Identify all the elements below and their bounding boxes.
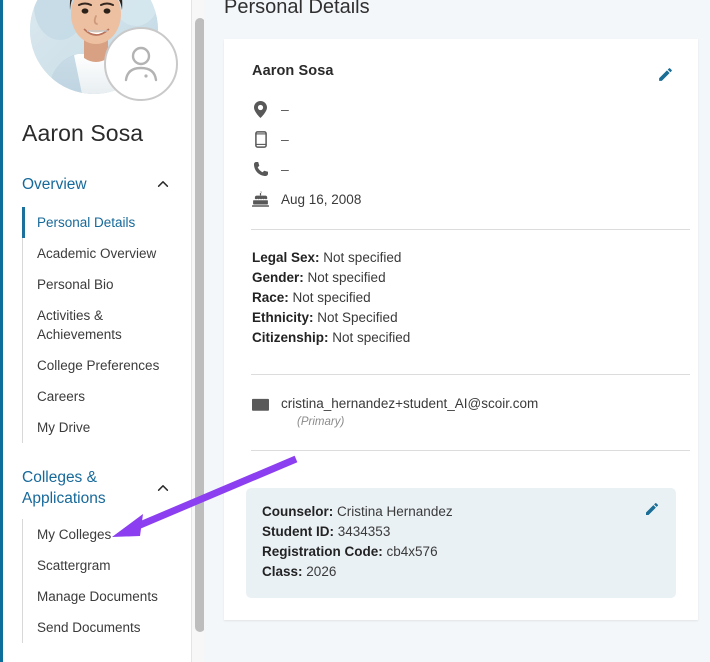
location-pin-icon	[252, 100, 269, 118]
email-address: cristina_hernandez+student_AI@scoir.com	[281, 396, 539, 411]
birthday-cake-icon	[252, 191, 269, 208]
nav-item-list: My Colleges Scattergram Manage Documents Se…	[22, 519, 188, 643]
counselor-value: 3434353	[337, 524, 391, 539]
chevron-up-icon[interactable]	[156, 481, 170, 495]
nav-group-overview: Overview Personal Details Academic Overvie…	[3, 171, 188, 443]
sidebar-item-my-colleges[interactable]: My Colleges	[23, 519, 188, 550]
envelope-icon	[252, 398, 269, 412]
main-content: Personal Details Aaron Sosa – – – Aug 16, 2…	[204, 0, 710, 662]
demographic-row: Citizenship: Not specified	[252, 328, 698, 348]
chevron-up-icon[interactable]	[156, 177, 170, 191]
nav-group-toggle[interactable]: Colleges & Applications	[3, 467, 188, 509]
counselor-label: Registration Code:	[262, 544, 383, 559]
demographic-value: Not specified	[323, 250, 402, 265]
counselor-row: Class: 2026	[262, 562, 660, 582]
sidebar-item-manage-documents[interactable]: Manage Documents	[23, 581, 188, 612]
contact-row: –	[252, 94, 698, 124]
sidebar-item-academic-overview[interactable]: Academic Overview	[23, 238, 188, 269]
contact-value: –	[281, 161, 289, 177]
counselor-label: Counselor:	[262, 504, 334, 519]
demographic-value: Not specified	[332, 330, 411, 345]
email-primary-note: (Primary)	[297, 416, 345, 428]
contact-value: –	[281, 101, 289, 117]
counselor-value: 2026	[306, 564, 337, 579]
sidebar-item-careers[interactable]: Careers	[23, 381, 188, 412]
demographic-label: Ethnicity:	[252, 310, 314, 325]
sidebar: Aaron Sosa Overview Personal Details Acade…	[0, 0, 207, 662]
demographic-label: Race:	[252, 290, 289, 305]
counselor-info-box: Counselor: Cristina Hernandez Student ID:…	[246, 488, 676, 598]
demographic-label: Legal Sex:	[252, 250, 320, 265]
sidebar-item-scattergram[interactable]: Scattergram	[23, 550, 188, 581]
contact-row: Aug 16, 2008	[252, 184, 698, 214]
nav-group-title: Colleges & Applications	[22, 469, 106, 507]
card-student-name: Aaron Sosa	[252, 63, 334, 79]
demographic-label: Citizenship:	[252, 330, 329, 345]
demographics-list: Legal Sex: Not specified Gender: Not spec…	[224, 230, 698, 348]
sidebar-item-personal-details[interactable]: Personal Details	[22, 207, 188, 238]
counselor-row: Student ID: 3434353	[262, 522, 660, 542]
pencil-edit-icon[interactable]	[644, 501, 664, 521]
demographic-row: Gender: Not specified	[252, 268, 698, 288]
demographic-value: Not specified	[292, 290, 371, 305]
counselor-row: Registration Code: cb4x576	[262, 542, 660, 562]
counselor-value: cb4x576	[386, 544, 438, 559]
nav-group-toggle[interactable]: Overview	[3, 171, 188, 197]
nav-group-title: Overview	[22, 175, 87, 193]
demographic-row: Race: Not specified	[252, 288, 698, 308]
sidebar-scroll-area: Aaron Sosa Overview Personal Details Acade…	[3, 0, 188, 662]
demographic-row: Ethnicity: Not Specified	[252, 308, 698, 328]
contact-list: – – – Aug 16, 2008	[224, 85, 698, 214]
nav-group-colleges-applications: Colleges & Applications My Colleges Scatte…	[3, 467, 188, 643]
contact-value: Aug 16, 2008	[281, 191, 362, 207]
page-title: Personal Details	[224, 0, 370, 18]
person-avatar-icon	[104, 27, 178, 101]
personal-details-card: Aaron Sosa – – – Aug 16, 2008 Legal Sex: No…	[224, 39, 698, 620]
demographic-label: Gender:	[252, 270, 304, 285]
demographic-row: Legal Sex: Not specified	[252, 248, 698, 268]
counselor-label: Student ID:	[262, 524, 334, 539]
card-header: Aaron Sosa	[224, 39, 698, 85]
avatar-block	[3, 0, 188, 104]
divider-bottom	[251, 450, 690, 451]
nav-item-list: Personal Details Academic Overview Persona…	[22, 207, 188, 443]
mobile-phone-icon	[252, 130, 269, 148]
demographic-value: Not Specified	[317, 310, 398, 325]
counselor-label: Class:	[262, 564, 303, 579]
contact-row: –	[252, 124, 698, 154]
counselor-value: Cristina Hernandez	[337, 504, 453, 519]
sidebar-item-my-drive[interactable]: My Drive	[23, 412, 188, 443]
app-root: Aaron Sosa Overview Personal Details Acade…	[0, 0, 710, 662]
sidebar-item-college-preferences[interactable]: College Preferences	[23, 350, 188, 381]
sidebar-item-activities-achievements[interactable]: Activities & Achievements	[23, 300, 188, 350]
contact-row: –	[252, 154, 698, 184]
sidebar-student-name: Aaron Sosa	[22, 120, 144, 146]
pencil-edit-icon[interactable]	[654, 63, 676, 85]
sidebar-item-send-documents[interactable]: Send Documents	[23, 612, 188, 643]
counselor-row: Counselor: Cristina Hernandez	[262, 502, 660, 522]
email-block: cristina_hernandez+student_AI@scoir.com …	[224, 375, 698, 428]
phone-handset-icon	[252, 161, 269, 178]
demographic-value: Not specified	[307, 270, 386, 285]
contact-value: –	[281, 131, 289, 147]
sidebar-item-personal-bio[interactable]: Personal Bio	[23, 269, 188, 300]
